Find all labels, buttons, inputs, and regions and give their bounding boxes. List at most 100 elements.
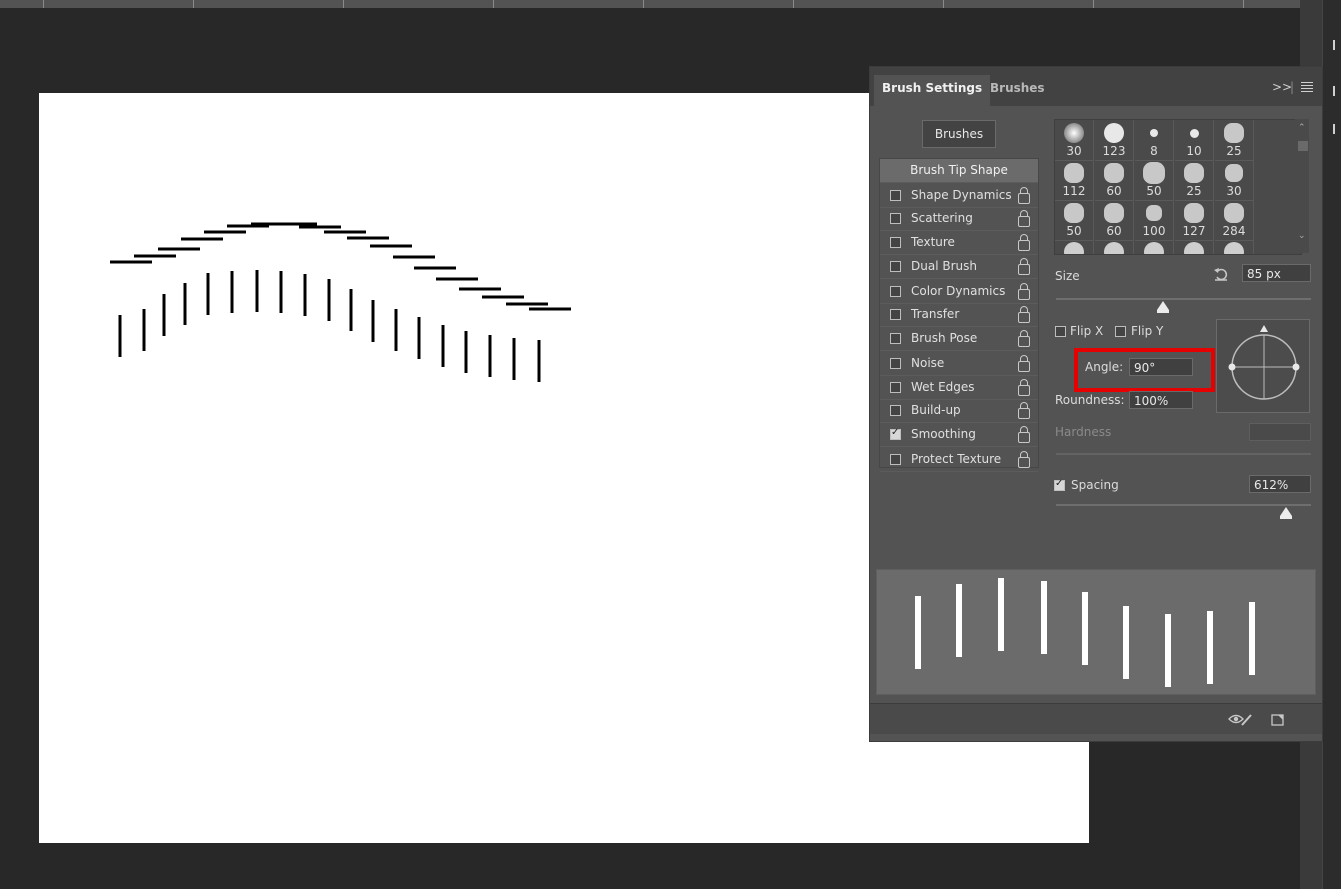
- list-item-label: Brush Pose: [911, 331, 978, 345]
- angle-dial-icon[interactable]: [1217, 320, 1309, 412]
- presets-scrollbar[interactable]: ⌃ ⌄: [1295, 119, 1309, 253]
- list-item[interactable]: Smoothing: [880, 423, 1038, 447]
- ruler-tick: [793, 0, 794, 8]
- lock-icon[interactable]: [1018, 355, 1030, 372]
- brush-preset[interactable]: [1215, 240, 1254, 254]
- brush-preset[interactable]: 10: [1175, 120, 1214, 161]
- brush-preset[interactable]: [1055, 240, 1094, 254]
- list-item-checkbox[interactable]: [890, 427, 901, 440]
- brush-preset[interactable]: 25: [1215, 120, 1254, 161]
- dock-panel-icon[interactable]: [1333, 86, 1341, 96]
- list-item[interactable]: Color Dynamics: [880, 280, 1038, 304]
- lock-icon[interactable]: [1018, 210, 1030, 227]
- lock-icon[interactable]: [1018, 426, 1030, 443]
- spacing-field[interactable]: 612%: [1249, 475, 1311, 493]
- brush-preset[interactable]: 127: [1175, 200, 1214, 241]
- list-item[interactable]: Protect Texture: [880, 448, 1038, 472]
- flip-x-checkbox[interactable]: [1055, 326, 1066, 337]
- brush-preset-size: 123: [1102, 144, 1126, 158]
- lock-icon[interactable]: [1018, 379, 1030, 396]
- brush-preset[interactable]: 112: [1055, 160, 1094, 201]
- roundness-label: Roundness:: [1055, 393, 1125, 407]
- panel-bottom-bar: [870, 703, 1322, 734]
- brush-preset[interactable]: 284: [1215, 200, 1254, 241]
- lock-icon[interactable]: [1018, 234, 1030, 251]
- lock-icon[interactable]: [1018, 306, 1030, 323]
- brush-tip-icon: [1224, 242, 1244, 254]
- brush-preset[interactable]: 50: [1135, 160, 1174, 201]
- brush-preset[interactable]: [1175, 240, 1214, 254]
- hamburger-menu-icon[interactable]: [1301, 82, 1313, 92]
- brush-preset[interactable]: 30: [1215, 160, 1254, 201]
- brush-preset[interactable]: 100: [1135, 200, 1174, 241]
- brush-preset[interactable]: 50: [1055, 200, 1094, 241]
- brush-visibility-icon[interactable]: [1228, 712, 1254, 728]
- size-slider-knob[interactable]: [1157, 301, 1170, 313]
- lock-icon[interactable]: [1018, 258, 1030, 275]
- tab-brushes[interactable]: Brushes: [982, 75, 1053, 106]
- spacing-checkbox[interactable]: [1054, 478, 1065, 491]
- list-item-checkbox[interactable]: [890, 213, 901, 224]
- brush-preset[interactable]: 8: [1135, 120, 1174, 161]
- brush-preset[interactable]: 60: [1095, 200, 1134, 241]
- brush-settings-panel: Brush Settings Brushes >> | Brushes Brus…: [869, 66, 1323, 742]
- list-item-checkbox[interactable]: [890, 405, 901, 416]
- list-item[interactable]: Transfer: [880, 303, 1038, 327]
- lock-icon[interactable]: [1018, 283, 1030, 300]
- list-item-checkbox[interactable]: [890, 358, 901, 369]
- list-item[interactable]: Build-up: [880, 399, 1038, 423]
- dock-panel-icon[interactable]: [1333, 124, 1341, 134]
- angle-roundness-widget[interactable]: [1216, 319, 1310, 413]
- list-item[interactable]: Scattering: [880, 207, 1038, 231]
- brush-preset[interactable]: 30: [1055, 120, 1094, 161]
- brush-preset[interactable]: 123: [1095, 120, 1134, 161]
- list-item[interactable]: Wet Edges: [880, 376, 1038, 400]
- list-item-checkbox[interactable]: [890, 382, 901, 393]
- list-item-checkbox[interactable]: [890, 286, 901, 297]
- list-item-brush-tip-shape[interactable]: Brush Tip Shape: [880, 159, 1038, 183]
- lock-icon[interactable]: [1018, 330, 1030, 347]
- ruler-tick: [193, 0, 194, 8]
- brush-tip-icon: [1184, 163, 1204, 183]
- list-item[interactable]: Noise: [880, 352, 1038, 376]
- scroll-up-icon[interactable]: ⌃: [1298, 123, 1306, 133]
- brush-preset[interactable]: 60: [1095, 160, 1134, 201]
- lock-icon[interactable]: [1018, 451, 1030, 468]
- list-item[interactable]: Shape Dynamics: [880, 184, 1038, 208]
- roundness-field[interactable]: 100%: [1129, 391, 1193, 409]
- brushes-button[interactable]: Brushes: [922, 120, 996, 148]
- lock-icon[interactable]: [1018, 187, 1030, 204]
- list-item-checkbox[interactable]: [890, 237, 901, 248]
- brush-preset[interactable]: [1135, 240, 1174, 254]
- dock-panel-icon[interactable]: [1333, 40, 1341, 50]
- list-item[interactable]: Dual Brush: [880, 255, 1038, 279]
- list-item[interactable]: Texture: [880, 231, 1038, 255]
- scroll-thumb[interactable]: [1298, 141, 1308, 151]
- new-preset-icon[interactable]: [1270, 712, 1286, 728]
- spacing-slider[interactable]: [1056, 504, 1311, 506]
- brush-tip-icon: [1150, 129, 1158, 137]
- list-item-label: Scattering: [911, 211, 973, 225]
- angle-field[interactable]: 90°: [1129, 358, 1193, 376]
- list-item-label: Shape Dynamics: [911, 188, 1012, 202]
- hardness-label: Hardness: [1055, 425, 1112, 439]
- flip-y-checkbox[interactable]: [1115, 326, 1126, 337]
- tab-brush-settings[interactable]: Brush Settings: [874, 75, 991, 106]
- reset-size-icon[interactable]: [1213, 266, 1229, 282]
- list-item-checkbox[interactable]: [890, 333, 901, 344]
- list-item-checkbox[interactable]: [890, 261, 901, 272]
- spacing-slider-knob[interactable]: [1279, 507, 1292, 519]
- size-slider[interactable]: [1056, 298, 1311, 300]
- brush-preset[interactable]: [1095, 240, 1134, 254]
- list-item-checkbox[interactable]: [890, 190, 901, 201]
- scroll-down-icon[interactable]: ⌄: [1298, 231, 1306, 241]
- list-item-checkbox[interactable]: [890, 309, 901, 320]
- size-field[interactable]: 85 px: [1242, 264, 1311, 282]
- brush-tip-icon: [1144, 242, 1164, 254]
- ruler-tick: [343, 0, 344, 8]
- brush-preset[interactable]: 25: [1175, 160, 1214, 201]
- brush-preset-size: 30: [1066, 144, 1082, 158]
- lock-icon[interactable]: [1018, 402, 1030, 419]
- list-item-checkbox[interactable]: [890, 454, 901, 465]
- list-item[interactable]: Brush Pose: [880, 327, 1038, 351]
